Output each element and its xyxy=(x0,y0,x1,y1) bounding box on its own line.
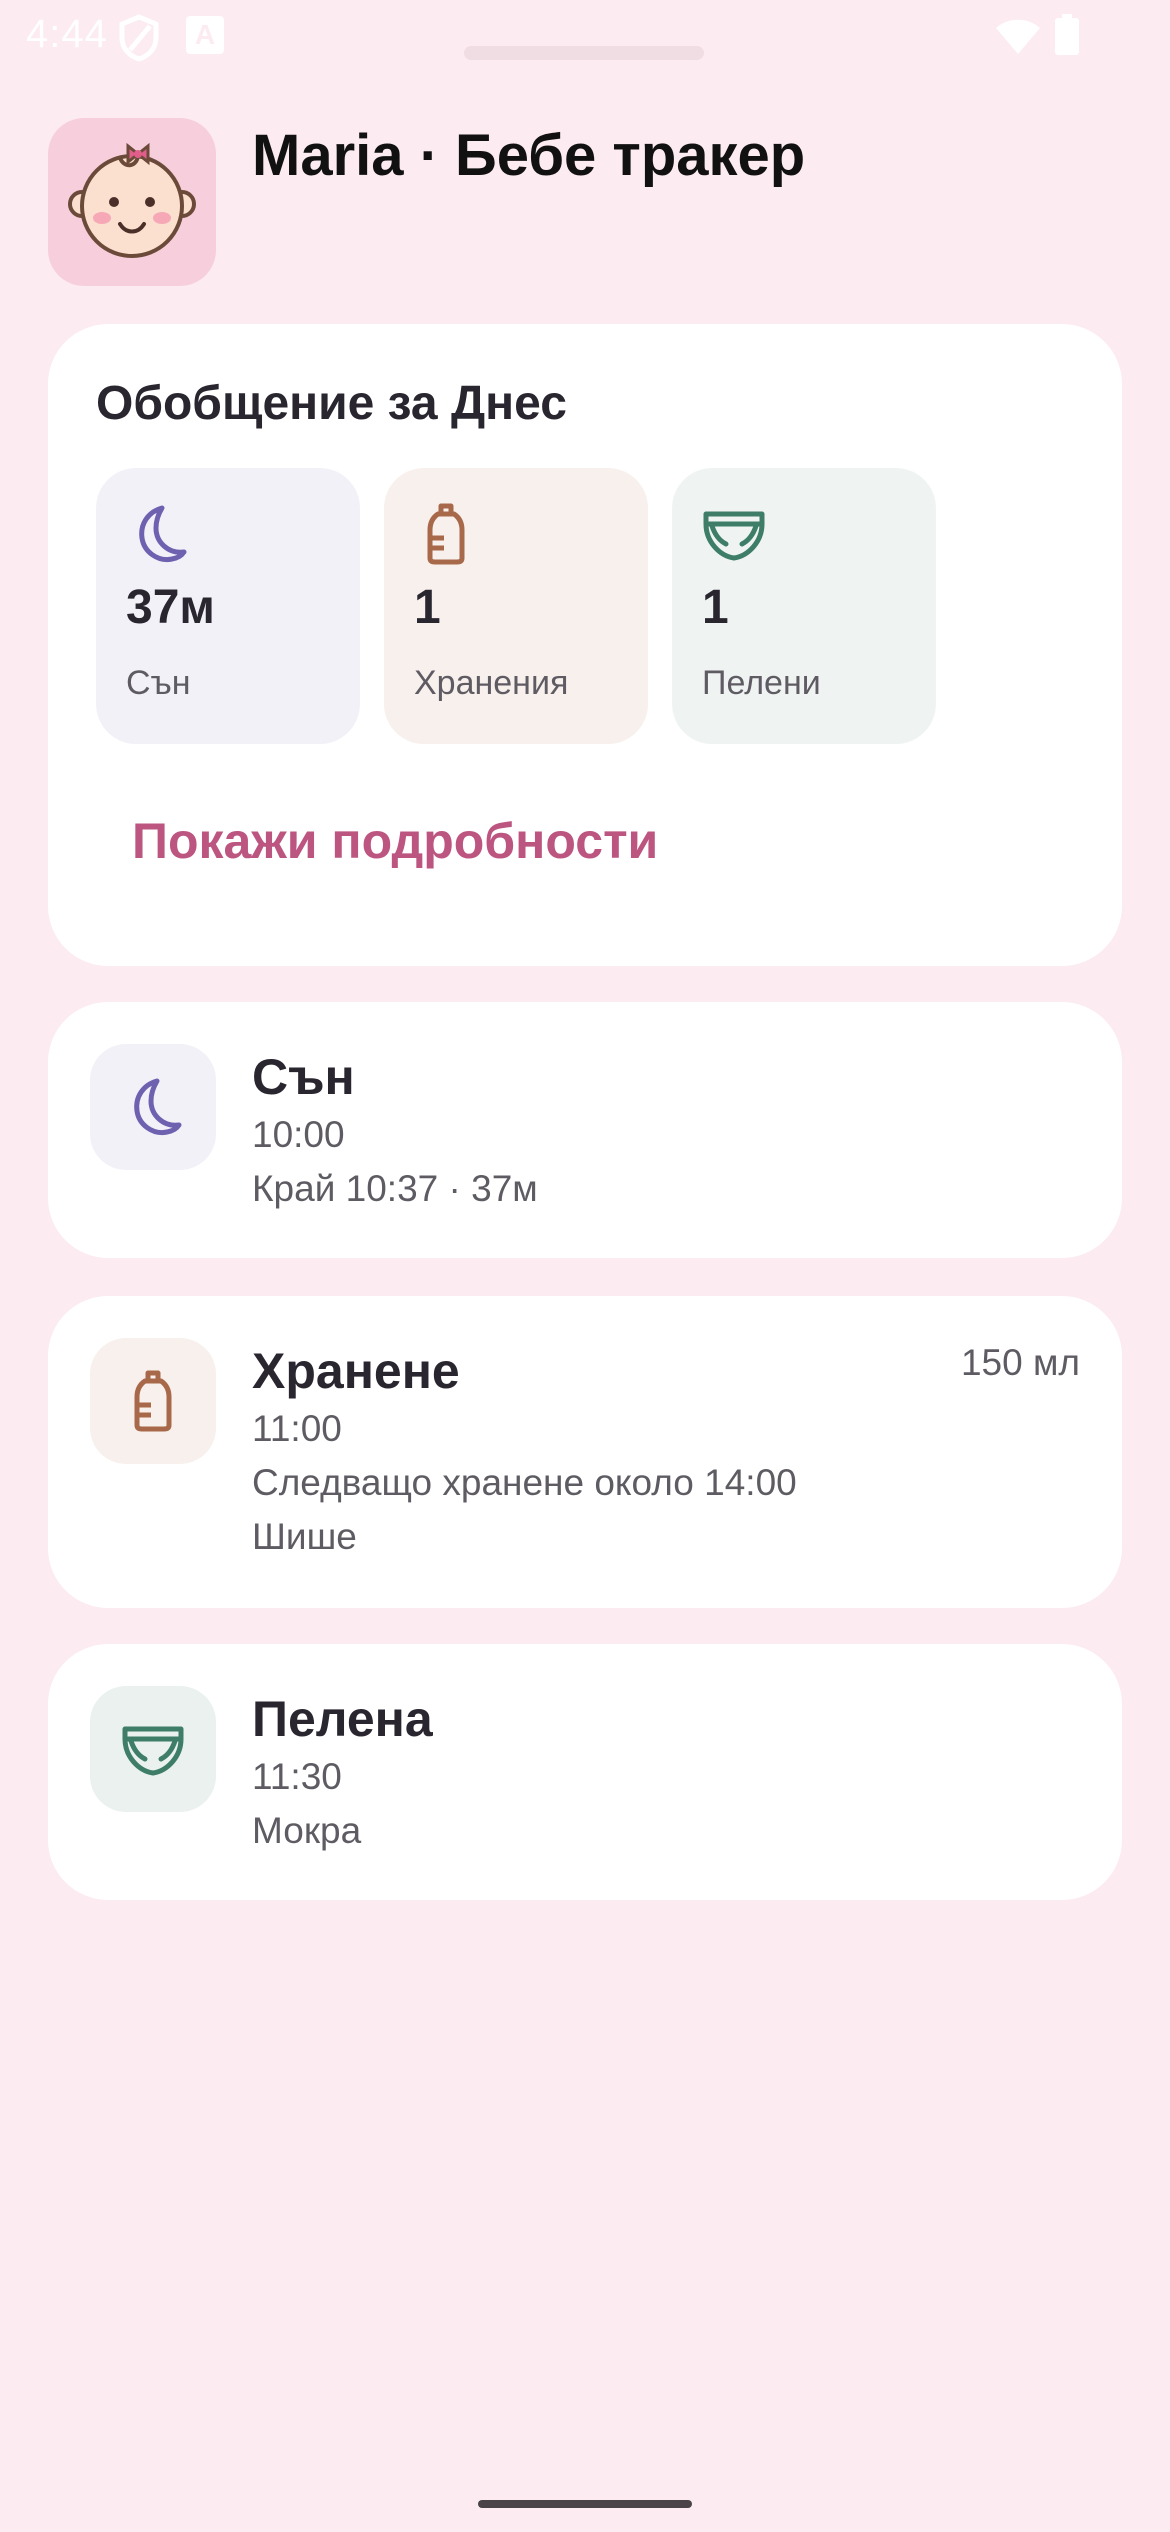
event-title: Сън xyxy=(252,1049,355,1105)
event-detail: Следващо хранене около 14:00 xyxy=(252,1462,797,1503)
wifi-icon xyxy=(996,19,1040,54)
event-title: Хранене xyxy=(252,1343,460,1399)
stat-value: 37м xyxy=(126,581,215,634)
event-detail-secondary: Шише xyxy=(252,1516,357,1557)
status-time: 4:44 xyxy=(26,12,108,56)
stat-label: Сън xyxy=(126,664,191,702)
diaper-icon xyxy=(122,1726,184,1776)
stat-label: Хранения xyxy=(414,664,569,702)
avatar[interactable] xyxy=(48,118,216,286)
moon-icon xyxy=(139,505,187,563)
event-icon-box xyxy=(90,1686,216,1812)
status-pill xyxy=(464,46,704,60)
bottle-icon xyxy=(134,1370,172,1432)
stat-value: 1 xyxy=(414,581,441,634)
summary-card: Обобщение за Днес 37м Сън 1 Хранения 1 П… xyxy=(48,324,1122,966)
event-time: 11:30 xyxy=(252,1756,342,1797)
stat-value: 1 xyxy=(702,581,729,634)
event-detail: Мокра xyxy=(252,1810,362,1851)
moon-icon xyxy=(134,1078,182,1136)
stat-tile-feeding[interactable]: 1 Хранения xyxy=(384,468,648,744)
event-title: Пелена xyxy=(252,1691,433,1747)
event-card-diaper[interactable]: Пелена 11:30 Мокра xyxy=(48,1644,1122,1900)
status-bar: 4:44 A xyxy=(0,0,1170,80)
event-detail: Край 10:37 · 37м xyxy=(252,1168,538,1209)
bottle-icon xyxy=(427,503,465,565)
app-screen: 4:44 A Maria · Бебе тракер Обобщение за … xyxy=(0,0,1170,2532)
gesture-nav-handle[interactable] xyxy=(478,2500,692,2508)
event-time: 10:00 xyxy=(252,1114,345,1155)
event-amount: 150 мл xyxy=(960,1342,1080,1383)
stat-label: Пелени xyxy=(702,664,821,702)
event-time: 11:00 xyxy=(252,1408,342,1449)
event-icon-box xyxy=(90,1338,216,1464)
page-title: Maria · Бебе тракер xyxy=(252,123,806,188)
event-card-feeding[interactable]: Хранене 150 мл 11:00 Следващо хранене ок… xyxy=(48,1296,1122,1608)
diaper-icon xyxy=(703,511,765,561)
baby-face-icon xyxy=(68,142,196,258)
a-icon: A xyxy=(186,16,224,54)
stat-tile-sleep[interactable]: 37м Сън xyxy=(96,468,360,744)
summary-title: Обобщение за Днес xyxy=(96,377,567,430)
stat-tile-diaper[interactable]: 1 Пелени xyxy=(672,468,936,744)
event-icon-box xyxy=(90,1044,216,1170)
battery-icon xyxy=(1055,14,1079,55)
event-card-sleep[interactable]: Сън 10:00 Край 10:37 · 37м xyxy=(48,1002,1122,1258)
shield-icon xyxy=(119,14,159,62)
show-details-button[interactable]: Покажи подробности xyxy=(132,812,658,870)
